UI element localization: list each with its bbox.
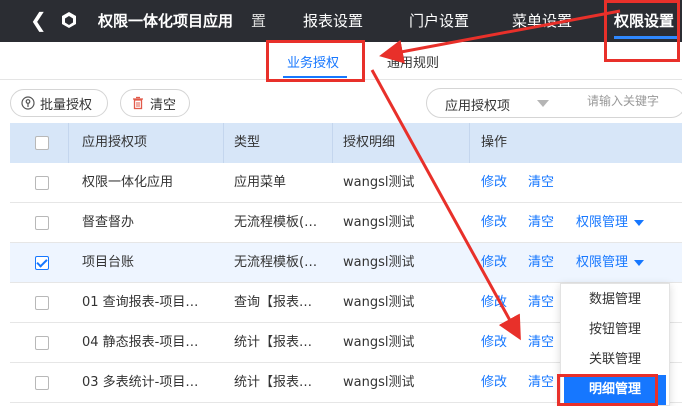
arrow-to-business-auth bbox=[379, 9, 621, 64]
arrow-to-table-action bbox=[370, 69, 521, 341]
annotation-arrows bbox=[370, 9, 621, 341]
